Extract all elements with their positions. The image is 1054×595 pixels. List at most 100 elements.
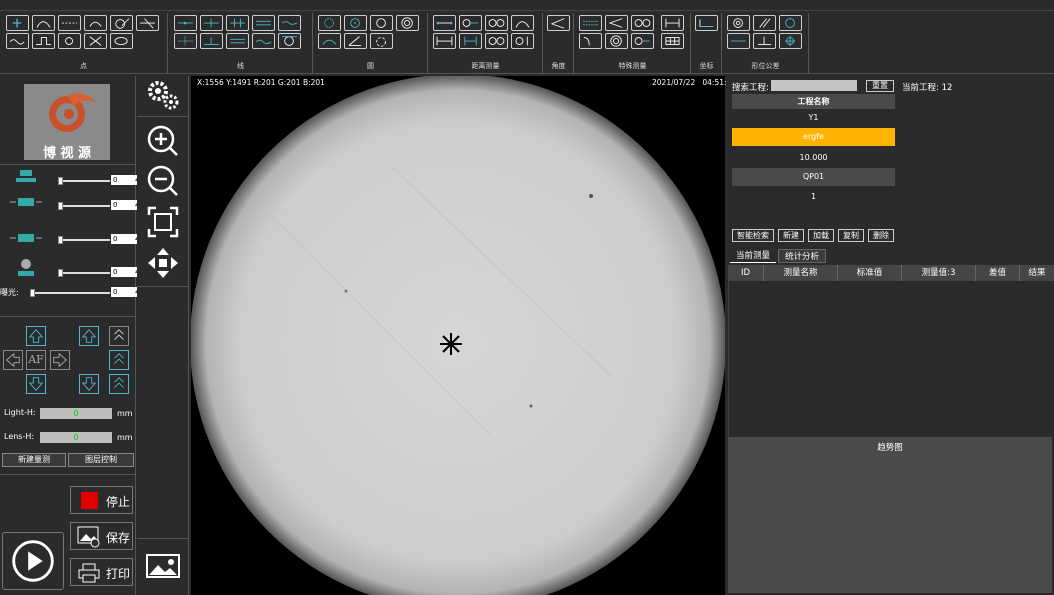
angle-arc-tool[interactable]: [344, 33, 367, 49]
microscope-image[interactable]: [191, 76, 725, 595]
project-item-selected[interactable]: ergfe: [732, 128, 895, 146]
camera-viewport[interactable]: [191, 76, 725, 595]
arc-distance-tool[interactable]: [511, 15, 534, 31]
fit-screen-icon[interactable]: [146, 205, 180, 239]
circle-circle-distance-tool[interactable]: [485, 15, 508, 31]
settings-gears-icon[interactable]: [145, 78, 181, 112]
z-down-button[interactable]: [79, 374, 99, 394]
center-point-tool[interactable]: [58, 33, 81, 49]
line-tool[interactable]: [174, 15, 197, 31]
search-project-input[interactable]: [771, 80, 857, 91]
perpendicularity-tool[interactable]: [753, 33, 776, 49]
image-view-icon[interactable]: [145, 553, 181, 581]
bottom-light-value[interactable]: 0▴: [111, 234, 139, 244]
special-lines-tool[interactable]: [579, 15, 602, 31]
slider-knob[interactable]: [58, 236, 63, 244]
move-right-button[interactable]: [50, 350, 70, 370]
mid-line-tool[interactable]: [252, 15, 275, 31]
arc-point-fit-tool[interactable]: [370, 33, 393, 49]
coordinate-tool[interactable]: [695, 15, 718, 31]
z-up-button[interactable]: [79, 326, 99, 346]
slider-knob[interactable]: [58, 269, 63, 277]
autofocus-button[interactable]: AF: [26, 350, 46, 370]
circle-pair-tool[interactable]: [485, 33, 508, 49]
tangent-line-tool[interactable]: [278, 33, 301, 49]
ellipse-tool[interactable]: [110, 33, 133, 49]
concentric-circle-tool[interactable]: [396, 15, 419, 31]
width-distance-tool[interactable]: [459, 33, 482, 49]
move-down-button[interactable]: [26, 374, 46, 394]
base-line-tool[interactable]: [200, 33, 223, 49]
slider-knob[interactable]: [58, 202, 63, 210]
speed-2-button[interactable]: [109, 350, 129, 370]
lamp-slider[interactable]: [58, 269, 110, 277]
pan-move-icon[interactable]: [146, 246, 180, 280]
bottom-light-slider[interactable]: [58, 236, 110, 244]
parallelism-tool[interactable]: [753, 15, 776, 31]
project-item[interactable]: 1: [732, 188, 895, 206]
speed-1-button[interactable]: [109, 326, 129, 346]
slider-knob[interactable]: [30, 289, 35, 297]
point-point-distance-tool[interactable]: [433, 15, 456, 31]
special-corner-tool[interactable]: [579, 33, 602, 49]
special-angle-tool[interactable]: [605, 15, 628, 31]
reset-button[interactable]: 重置: [866, 80, 894, 92]
perp-line-tool[interactable]: [174, 33, 197, 49]
print-button[interactable]: 打印: [70, 558, 133, 586]
project-item[interactable]: QP01: [732, 168, 895, 186]
cross-lines-tool[interactable]: [84, 33, 107, 49]
step-tool[interactable]: [32, 33, 55, 49]
circle-line-distance-tool[interactable]: [511, 33, 534, 49]
zoom-out-icon[interactable]: [146, 164, 180, 198]
move-left-button[interactable]: [3, 350, 23, 370]
lens-h-field[interactable]: 0: [40, 432, 112, 443]
curve-line-tool[interactable]: [278, 15, 301, 31]
special-point-line-tool[interactable]: [631, 33, 654, 49]
delete-project-button[interactable]: 删除: [868, 229, 894, 242]
move-up-button[interactable]: [26, 326, 46, 346]
straightness-tool[interactable]: [727, 33, 750, 49]
exposure-slider[interactable]: [30, 289, 110, 297]
light-h-field[interactable]: 0: [40, 408, 112, 419]
slider-knob[interactable]: [58, 177, 63, 185]
new-project-button[interactable]: 新建: [778, 229, 804, 242]
lamp-value[interactable]: 0▴: [111, 267, 139, 277]
wave-line-tool[interactable]: [252, 33, 275, 49]
circle-fit-tool[interactable]: [370, 15, 393, 31]
arc-fit-tool[interactable]: [318, 33, 341, 49]
concentricity-tool[interactable]: [727, 15, 750, 31]
double-line-tool[interactable]: [226, 15, 249, 31]
ring-light-slider[interactable]: [58, 177, 110, 185]
point-cross-tool[interactable]: [6, 15, 29, 31]
wave-tool[interactable]: [6, 33, 29, 49]
project-item[interactable]: 10.000: [732, 149, 895, 167]
parallel-line-tool[interactable]: [200, 15, 223, 31]
copy-project-button[interactable]: 复制: [838, 229, 864, 242]
roundness-tool[interactable]: [779, 15, 802, 31]
special-ring-tool[interactable]: [605, 33, 628, 49]
project-item[interactable]: Y1: [732, 109, 895, 127]
stop-button[interactable]: 停止: [70, 486, 133, 514]
angle-tool[interactable]: [547, 15, 570, 31]
speed-3-button[interactable]: [109, 374, 129, 394]
position-tool[interactable]: [779, 33, 802, 49]
ring-light-value[interactable]: 0▴: [111, 175, 139, 185]
circle-3pt-tool[interactable]: [318, 15, 341, 31]
arc-tool[interactable]: [84, 15, 107, 31]
line-line-distance-tool[interactable]: [433, 33, 456, 49]
coaxial-light-value[interactable]: 0▴: [111, 200, 139, 210]
save-button[interactable]: 保存: [70, 522, 133, 550]
smart-search-button[interactable]: 智能检索: [732, 229, 774, 242]
point-line-distance-tool[interactable]: [459, 15, 482, 31]
arc-point-tool[interactable]: [32, 15, 55, 31]
intersect-tool[interactable]: [136, 15, 159, 31]
circle-line-tool[interactable]: [110, 15, 133, 31]
line-dots-tool[interactable]: [58, 15, 81, 31]
layer-control-button[interactable]: 图层控制: [68, 453, 134, 467]
coaxial-light-slider[interactable]: [58, 202, 110, 210]
tab-statistics[interactable]: 统计分析: [778, 249, 826, 263]
tab-current-measure[interactable]: 当前测量: [730, 249, 776, 263]
special-grid-tool[interactable]: [661, 33, 684, 49]
special-width-tool[interactable]: [661, 15, 684, 31]
horizontal-lines-tool[interactable]: [226, 33, 249, 49]
